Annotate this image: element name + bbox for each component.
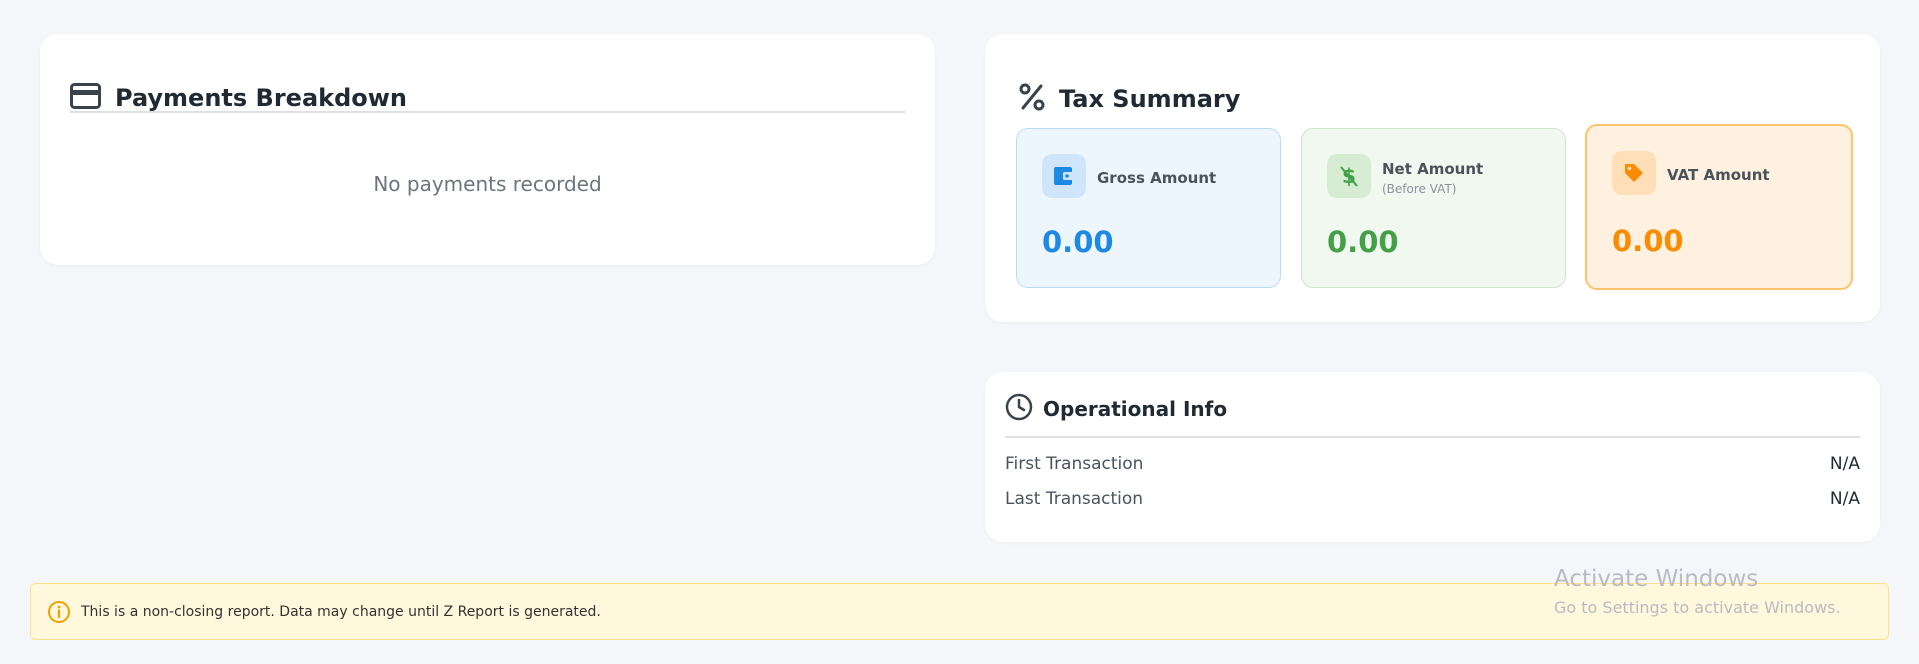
operational-info-divider (1005, 436, 1860, 438)
last-transaction-row: Last Transaction N/A (1005, 489, 1860, 509)
last-transaction-label: Last Transaction (1005, 489, 1144, 509)
watermark-title: Activate Windows (1554, 566, 1759, 592)
payments-title: Payments Breakdown (115, 84, 408, 112)
watermark-subtitle: Go to Settings to activate Windows. (1554, 598, 1841, 617)
vat-amount-label: VAT Amount (1667, 166, 1770, 184)
payments-divider (70, 111, 905, 113)
first-transaction-label: First Transaction (1005, 454, 1144, 474)
vat-amount-tile: VAT Amount 0.00 (1585, 124, 1853, 290)
net-amount-label: Net Amount (1382, 160, 1484, 178)
dollar-icon: $ (1327, 154, 1371, 198)
first-transaction-row: First Transaction N/A (1005, 454, 1860, 474)
net-amount-tile: $ Net Amount (Before VAT) 0.00 (1301, 128, 1566, 288)
tax-summary-header: Tax Summary (1019, 82, 1240, 116)
tax-summary-card: Tax Summary Gross Amount 0.00 $ Net Amou… (985, 34, 1880, 322)
last-transaction-value: N/A (1829, 489, 1860, 509)
operational-info-title: Operational Info (1043, 397, 1228, 421)
credit-card-icon (70, 83, 101, 113)
net-amount-value: 0.00 (1327, 225, 1399, 259)
info-icon (47, 600, 71, 624)
operational-info-header: Operational Info (1005, 392, 1227, 426)
gross-amount-label: Gross Amount (1097, 169, 1217, 187)
windows-activation-watermark: Activate Windows Go to Settings to activ… (1554, 566, 1841, 617)
banner-text: This is a non-closing report. Data may c… (81, 603, 601, 620)
net-amount-sublabel: (Before VAT) (1382, 182, 1457, 196)
gross-amount-tile: Gross Amount 0.00 (1016, 128, 1281, 288)
payments-header: Payments Breakdown (70, 81, 407, 115)
payments-breakdown-card: Payments Breakdown No payments recorded (40, 34, 935, 265)
tag-icon (1612, 151, 1656, 195)
percent-icon (1019, 83, 1045, 115)
operational-info-card: Operational Info First Transaction N/A L… (985, 372, 1880, 542)
first-transaction-value: N/A (1829, 454, 1860, 474)
tax-summary-title: Tax Summary (1059, 85, 1241, 113)
payments-empty-state: No payments recorded (373, 172, 602, 196)
gross-amount-value: 0.00 (1042, 225, 1114, 259)
clock-icon (1005, 393, 1033, 425)
wallet-icon (1042, 154, 1086, 198)
vat-amount-value: 0.00 (1612, 224, 1684, 258)
